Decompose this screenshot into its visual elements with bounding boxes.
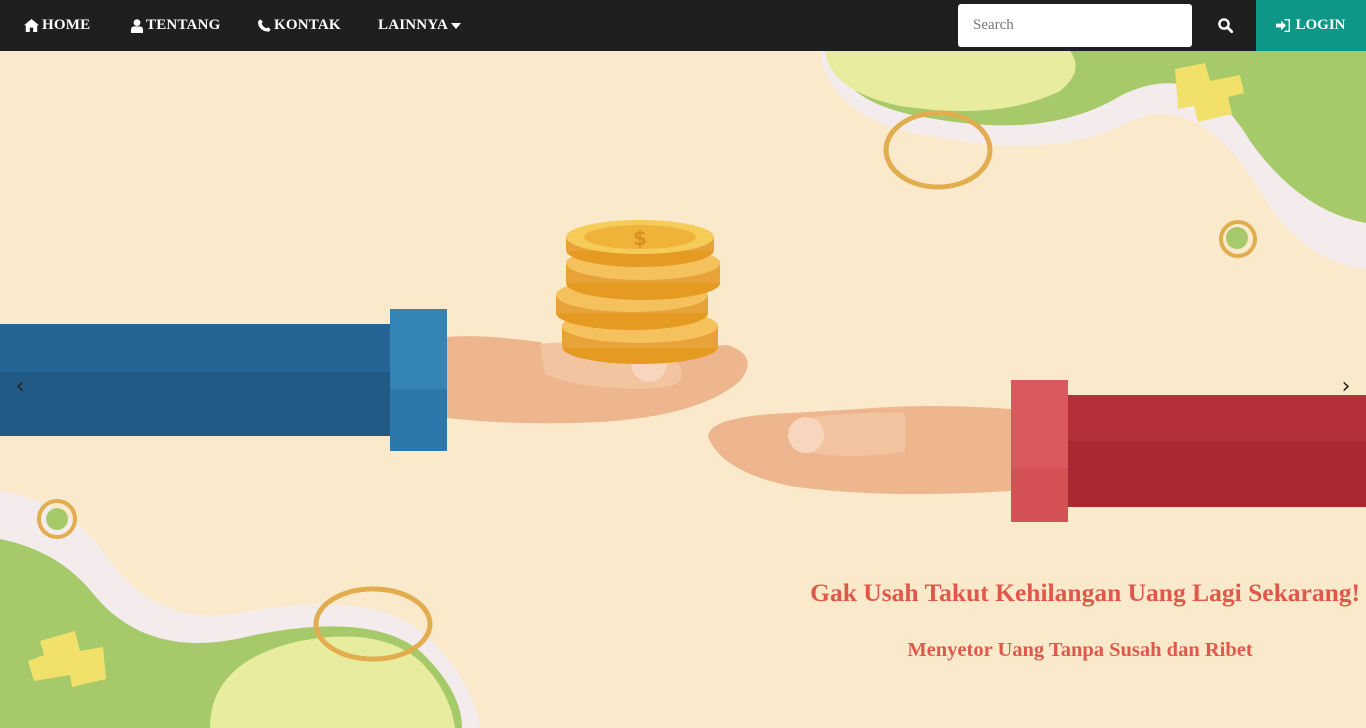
carousel-next-button[interactable]: › (1334, 371, 1358, 401)
nav-tentang-link[interactable]: TENTANG (131, 0, 220, 51)
nav-kontak-link[interactable]: KONTAK (258, 0, 341, 51)
carousel-prev-button[interactable]: ‹ (8, 371, 32, 401)
coin-stack: $ (556, 220, 720, 364)
hero-headline: Gak Usah Takut Kehilangan Uang Lagi Seka… (810, 578, 1360, 607)
search-icon (1217, 18, 1233, 33)
search-button[interactable] (1205, 0, 1245, 51)
caret-down-icon (451, 22, 462, 29)
login-label: LOGIN (1295, 17, 1346, 33)
hero-subheadline: Menyetor Uang Tanpa Susah dan Ribet (907, 639, 1253, 661)
nav-tentang-label: TENTANG (146, 17, 221, 33)
nav-home-link[interactable]: HOME (24, 0, 90, 51)
navbar: HOME TENTANG KONTAK LAINNYA LOGIN (0, 0, 1366, 51)
receiving-hand (708, 380, 1366, 522)
nav-lainnya-dropdown[interactable]: LAINNYA (378, 0, 462, 51)
login-button[interactable]: LOGIN (1256, 0, 1366, 51)
hero-illustration: $ (0, 51, 1366, 728)
sign-in-icon (1276, 19, 1291, 32)
nav-lainnya-label: LAINNYA (378, 17, 449, 33)
bottom-left-blob (0, 491, 480, 728)
nav-home-label: HOME (42, 17, 91, 33)
chevron-left-icon: ‹ (15, 373, 25, 399)
search-input[interactable] (958, 4, 1192, 47)
phone-icon (258, 19, 271, 32)
home-icon (24, 19, 39, 32)
top-right-blob (820, 51, 1366, 269)
nav-kontak-label: KONTAK (274, 17, 341, 33)
chevron-right-icon: › (1341, 373, 1351, 399)
hero-carousel: $ ‹ › Gak Usah Takut Kehilangan Uang Lag… (0, 51, 1366, 728)
user-icon (131, 18, 143, 33)
svg-text:$: $ (633, 226, 647, 250)
